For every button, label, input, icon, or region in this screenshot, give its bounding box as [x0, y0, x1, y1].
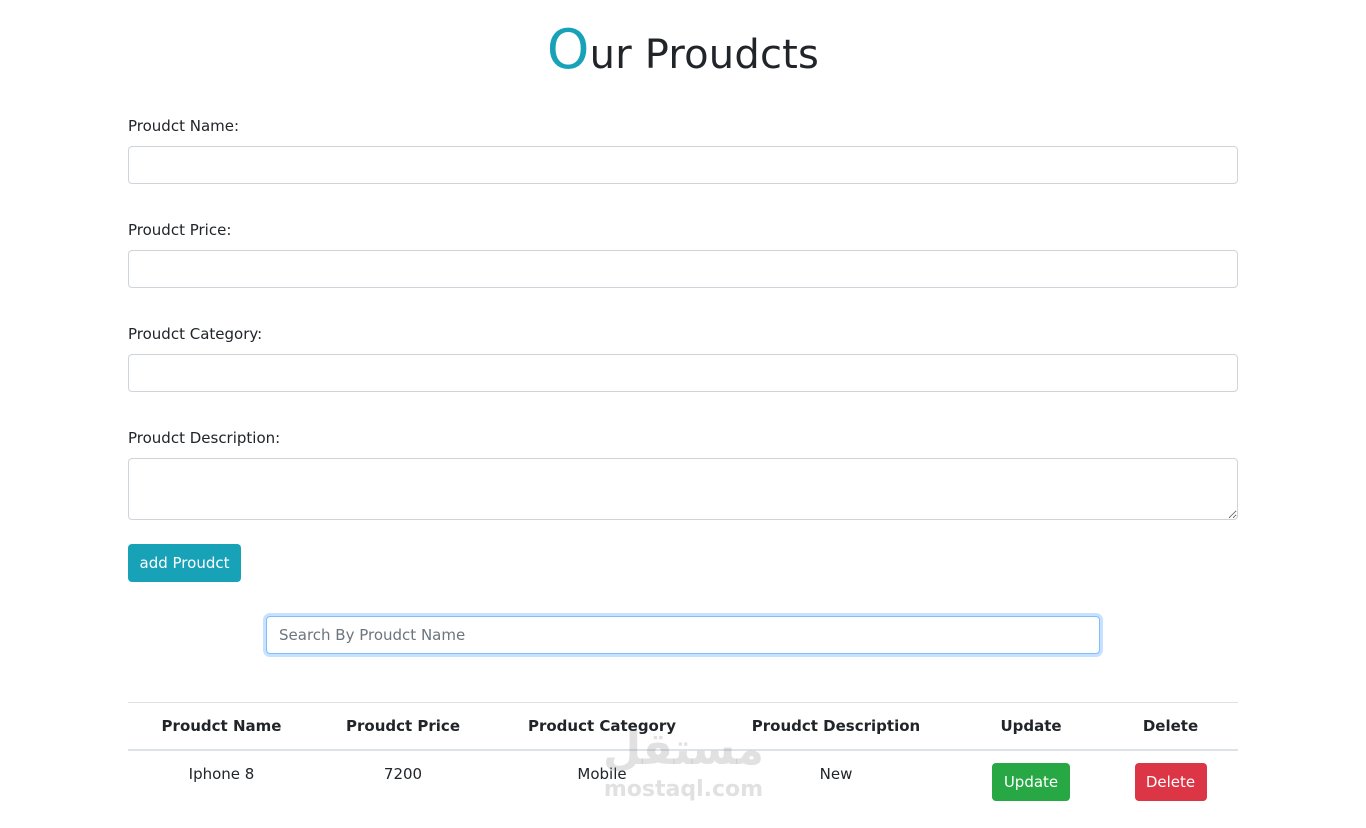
table-row: Iphone 8 7200 Mobile New Update Delete: [128, 750, 1238, 810]
product-description-textarea[interactable]: [128, 458, 1238, 520]
table-header-row: Proudct Name Proudct Price Product Categ…: [128, 702, 1238, 751]
update-button[interactable]: Update: [992, 763, 1070, 801]
cell-delete: Delete: [1103, 750, 1238, 810]
page-title-initial: O: [546, 18, 590, 81]
cell-product-description: New: [819, 765, 853, 783]
header-product-name: Proudct Name: [128, 702, 315, 751]
products-table: Proudct Name Proudct Price Product Categ…: [128, 702, 1238, 810]
product-description-label: Proudct Description:: [128, 429, 281, 447]
add-product-button[interactable]: add Proudct: [128, 544, 241, 582]
header-delete: Delete: [1103, 702, 1238, 751]
product-description-group: Proudct Description:: [128, 428, 1238, 520]
product-category-input[interactable]: [128, 354, 1238, 392]
product-category-label: Proudct Category:: [128, 325, 263, 343]
table-body: Iphone 8 7200 Mobile New Update Delete: [128, 750, 1238, 810]
product-name-group: Proudct Name:: [128, 116, 1238, 184]
page-title-rest: ur Proudcts: [589, 32, 820, 78]
product-price-group: Proudct Price:: [128, 220, 1238, 288]
product-price-input[interactable]: [128, 250, 1238, 288]
product-price-label: Proudct Price:: [128, 221, 232, 239]
header-update: Update: [959, 702, 1103, 751]
cell-product-name: Iphone 8: [188, 765, 255, 783]
cell-product-price: 7200: [383, 765, 423, 783]
header-product-price: Proudct Price: [315, 702, 491, 751]
products-page: Our Proudcts Proudct Name: Proudct Price…: [0, 0, 1366, 828]
cell-product-category: Mobile: [577, 765, 627, 783]
header-product-category: Product Category: [491, 702, 713, 751]
search-input[interactable]: [266, 616, 1100, 654]
products-table-container: Proudct Name Proudct Price Product Categ…: [128, 702, 1238, 810]
product-form: Proudct Name: Proudct Price: Proudct Cat…: [128, 116, 1238, 582]
product-name-label: Proudct Name:: [128, 117, 240, 135]
delete-button[interactable]: Delete: [1134, 763, 1207, 801]
page-title: Our Proudcts: [0, 18, 1366, 81]
product-category-group: Proudct Category:: [128, 324, 1238, 392]
product-name-input[interactable]: [128, 146, 1238, 184]
table-header: Proudct Name Proudct Price Product Categ…: [128, 702, 1238, 751]
cell-update: Update: [959, 750, 1103, 810]
header-product-description: Proudct Description: [713, 702, 959, 751]
